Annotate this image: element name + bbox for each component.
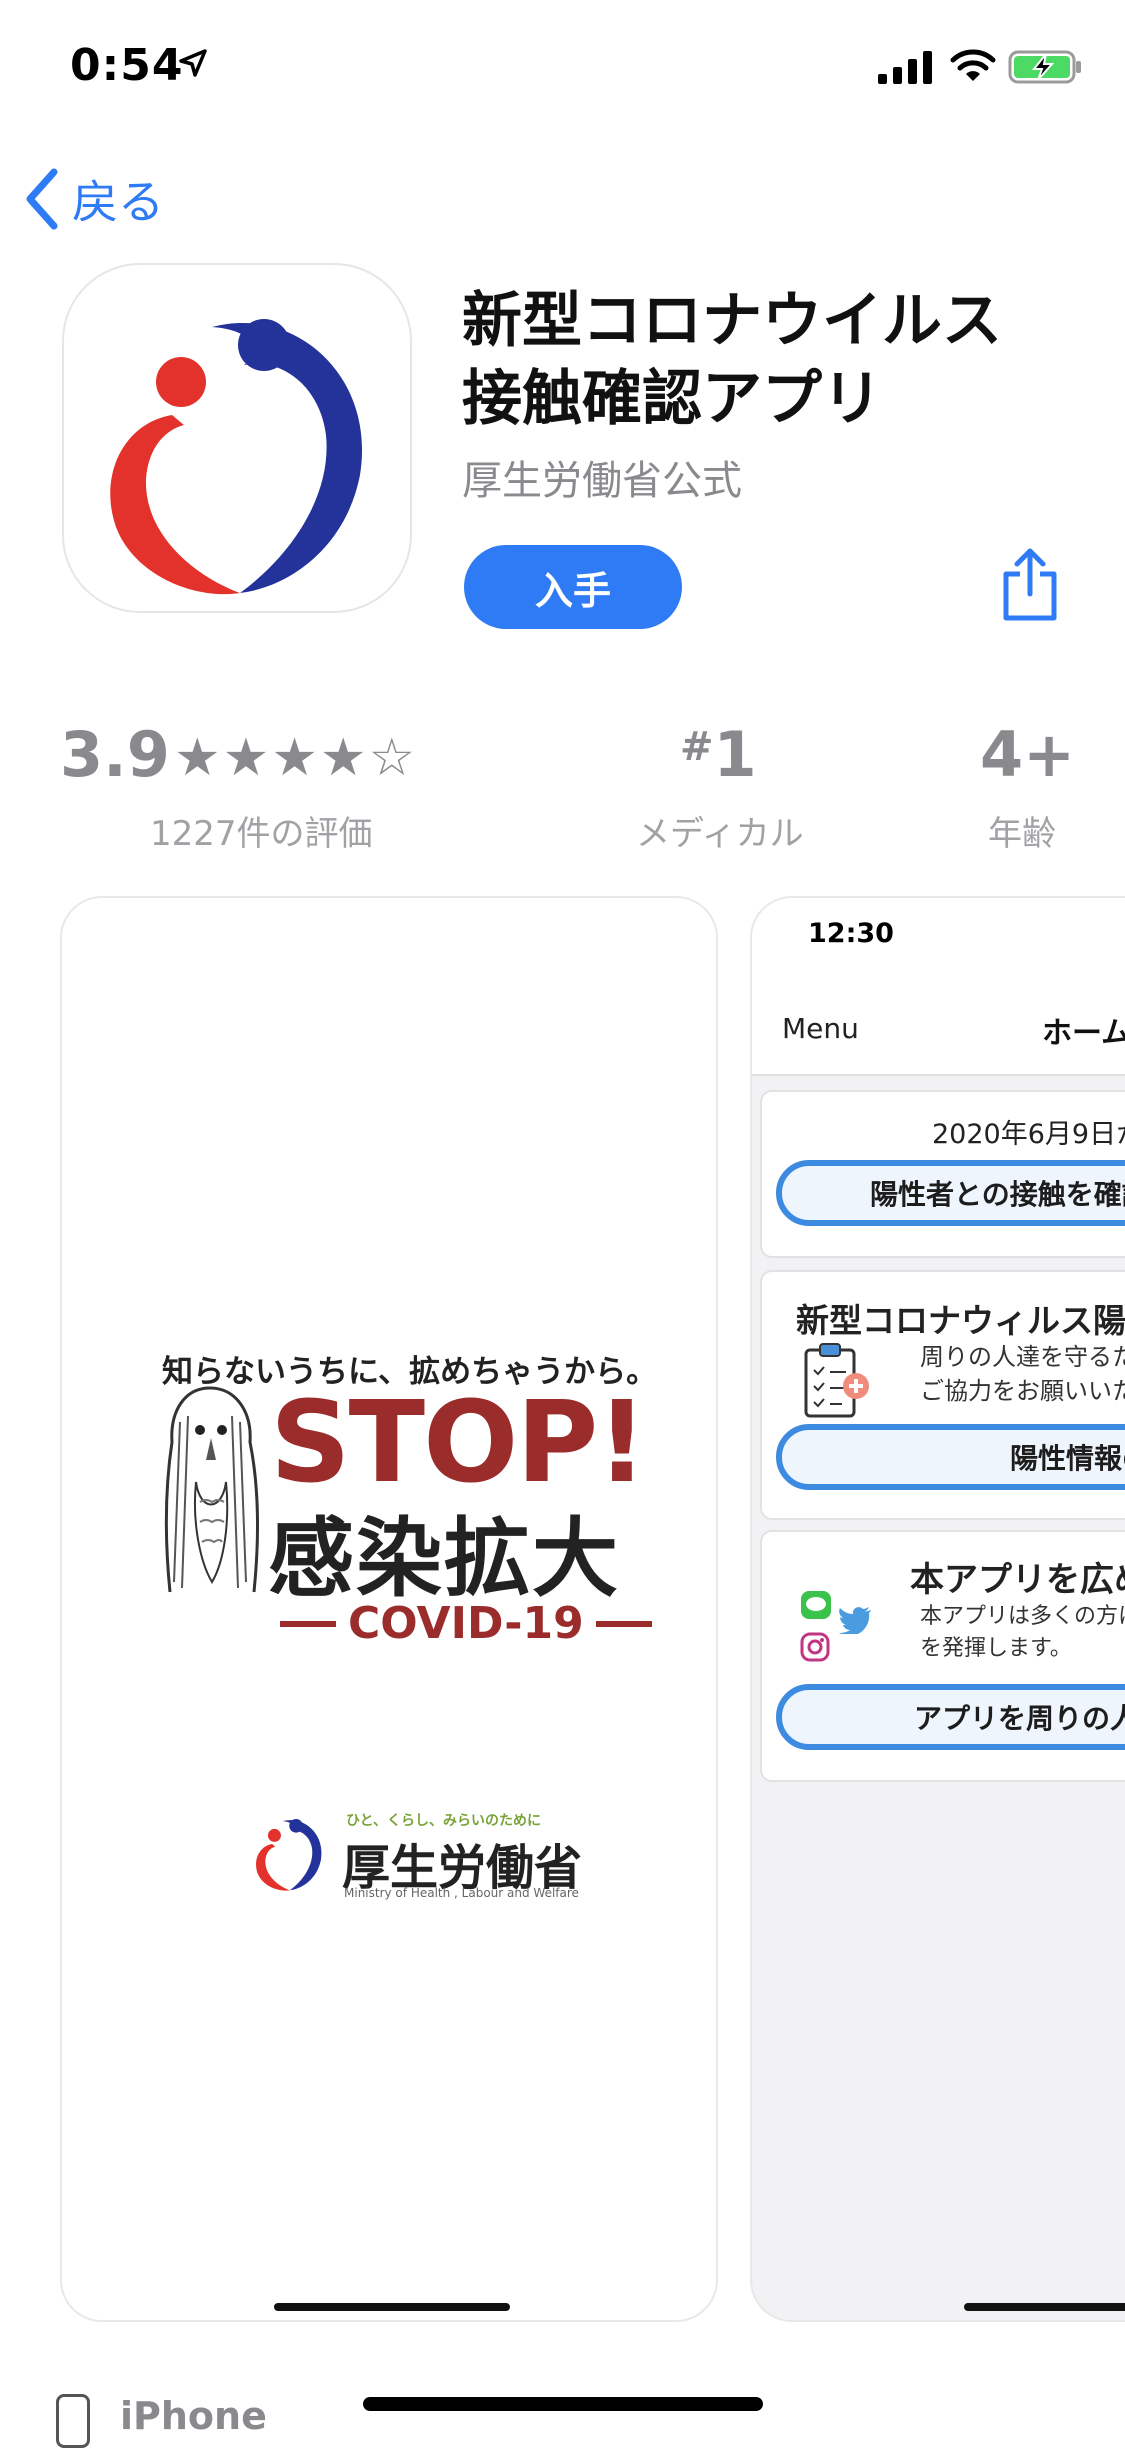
screenshot-status-bar: 12:30 [752, 898, 1125, 978]
screenshot-time: 12:30 [808, 918, 894, 949]
chart-rank: #1 [680, 718, 757, 791]
screenshot-menu: Menu [782, 1012, 859, 1045]
back-label: 戻る [72, 175, 164, 229]
home-indicator[interactable] [363, 2397, 763, 2411]
card-date: 2020年6月9日か [932, 1119, 1125, 1150]
rating-count: 1227件の評価 [150, 814, 373, 854]
instagram-icon [800, 1632, 830, 1662]
screenshot-card-positive: 新型コロナウィルス陽性 周りの人達を守るため ご協力をお願いいたし 陽性情報の [760, 1270, 1125, 1520]
app-title: 新型コロナウイルス 接触確認アプリ [462, 286, 1002, 434]
card-title: 本アプリを広め [910, 1560, 1125, 1600]
battery-charging-icon [1008, 50, 1081, 84]
app-developer: 厚生労働省公式 [462, 458, 742, 504]
line-icon [801, 1591, 831, 1619]
screenshot-1[interactable]: 知らないうちに、拡めちゃうから。 STOP! 感染拡大 COVID-19 ひと、… [60, 896, 718, 2322]
get-button[interactable]: 入手 [464, 545, 682, 629]
back-button[interactable]: 戻る [24, 166, 164, 232]
rating-score: 3.9 [60, 718, 170, 791]
clipboard-icon [804, 1343, 869, 1418]
share-icon[interactable] [1000, 548, 1060, 622]
card-button: 陽性情報の [776, 1424, 1125, 1490]
poster-headline: 感染拡大 [268, 1509, 620, 1609]
screenshot-home-title: ホーム [1042, 1016, 1125, 1051]
card-text-line1: 本アプリは多くの方に [920, 1604, 1125, 1629]
device-label: iPhone [120, 2394, 267, 2438]
location-arrow-icon [179, 49, 207, 77]
org-tagline: ひと、くらし、みらいのために [346, 1813, 542, 1829]
signal-bars-icon [878, 51, 932, 84]
screenshot-nav-bar: Menu ホーム [752, 978, 1125, 1076]
chevron-left-icon [26, 168, 58, 230]
mhlw-logo-icon [256, 1819, 322, 1891]
status-time: 0:54 [70, 40, 184, 91]
app-icon [62, 263, 412, 613]
age-rating: 4+ [980, 718, 1076, 791]
iphone-device-icon [56, 2394, 90, 2448]
org-english-name: Ministry of Health , Labour and Welfare [344, 1886, 579, 1900]
age-label: 年齢 [988, 814, 1056, 854]
screenshot-home-indicator [274, 2303, 510, 2311]
poster-covid: COVID-19 [268, 1598, 664, 1649]
screenshot-card-contact: 2020年6月9日か 陽性者との接触を確認 [760, 1090, 1125, 1258]
card-title: 新型コロナウィルス陽性 [796, 1301, 1125, 1340]
screenshot-2[interactable]: 12:30 Menu ホーム 2020年6月9日か 陽性者との接触を確認 新型コ… [750, 896, 1125, 2322]
amabie-illustration-icon [164, 1386, 259, 1593]
card-button: 陽性者との接触を確認 [776, 1160, 1125, 1226]
screenshot-home-indicator [964, 2303, 1125, 2311]
wifi-icon [950, 49, 996, 81]
card-text-line2: ご協力をお願いいたし [920, 1377, 1125, 1405]
screenshot-card-share: 本アプリを広め 本アプリは多くの方に を発揮します。 アプリを周りの人 [760, 1530, 1125, 1782]
rating-stars: ★★★★☆ [174, 728, 418, 788]
card-text-line1: 周りの人達を守るため [920, 1343, 1125, 1371]
twitter-icon [839, 1607, 871, 1634]
card-button: アプリを周りの人 [776, 1684, 1125, 1750]
chart-category: メディカル [636, 814, 804, 854]
card-text-line2: を発揮します。 [920, 1636, 1072, 1661]
